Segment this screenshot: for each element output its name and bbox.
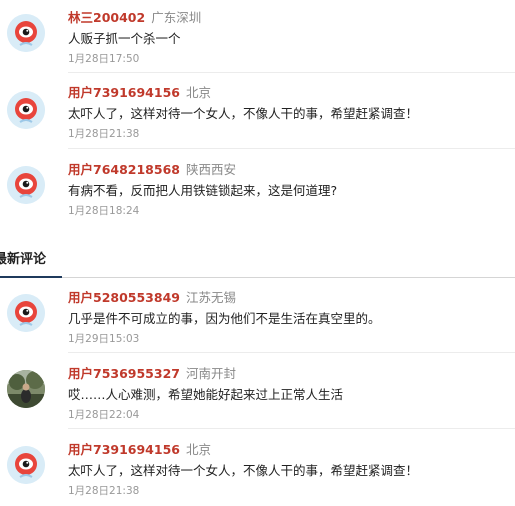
weibo-default-avatar-icon[interactable] [7,446,45,484]
divider [68,352,515,353]
comment-time: 1月28日22:04 [68,409,140,421]
comment-location: 北京 [185,85,211,100]
comment-time: 1月28日18:24 [68,205,140,217]
comment-content: 用户5280553849 江苏无锡 几乎是件不可成立的事，因为他们不是生活在真空里… [68,288,508,346]
section-divider [0,277,515,278]
comment-location: 江苏无锡 [185,290,236,305]
comment-text: 太吓人了，这样对待一个女人，不像人干的事，希望赶紧调查！ [68,106,419,121]
weibo-default-avatar-icon[interactable] [7,91,45,129]
latest-comments-header: 最新评论 [0,238,515,278]
comment-location: 北京 [185,442,211,457]
tab-latest-comments[interactable]: 最新评论 [0,248,46,267]
comment-text: 有病不看，反而把人用铁链锁起来，这是何道理? [68,183,338,198]
comment-content: 用户7536955327 河南开封 哎……人心难测，希望她能好起来过上正常人生活 … [68,364,508,422]
comment-username[interactable]: 用户7536955327 [68,366,180,381]
weibo-default-avatar-icon[interactable] [7,14,45,52]
comment-username[interactable]: 用户7391694156 [68,85,180,100]
comment-location: 广东深圳 [151,10,202,25]
comment-text: 几乎是件不可成立的事，因为他们不是生活在真空里的。 [68,311,381,326]
comment-location: 河南开封 [185,366,236,381]
comment-username[interactable]: 用户7391694156 [68,442,180,457]
comment-time: 1月28日21:38 [68,128,140,140]
comment-content: 用户7391694156 北京 太吓人了，这样对待一个女人，不像人干的事，希望赶紧… [68,440,508,498]
comment-time: 1月28日21:38 [68,485,140,497]
active-tab-underline [0,276,62,278]
comment-time: 1月29日15:03 [68,333,140,345]
weibo-default-avatar-icon[interactable] [7,166,45,204]
comment-username[interactable]: 用户5280553849 [68,290,180,305]
comment-username[interactable]: 林三200402 [68,10,145,25]
comment-location: 陕西西安 [185,162,236,177]
divider [68,148,515,149]
weibo-default-avatar-icon[interactable] [7,294,45,332]
comment-content: 用户7391694156 北京 太吓人了，这样对待一个女人，不像人干的事，希望赶紧… [68,83,508,141]
comment-username[interactable]: 用户7648218568 [68,162,180,177]
comment-text: 太吓人了，这样对待一个女人，不像人干的事，希望赶紧调查！ [68,463,419,478]
comment-time: 1月28日17:50 [68,53,140,65]
comment-content: 用户7648218568 陕西西安 有病不看，反而把人用铁链锁起来，这是何道理? … [68,160,508,218]
divider [68,72,515,73]
comment-text: 哎……人心难测，希望她能好起来过上正常人生活 [68,387,344,402]
comment-content: 林三200402 广东深圳 人贩子抓一个杀一个 1月28日17:50 [68,8,508,66]
comment-text: 人贩子抓一个杀一个 [68,31,181,46]
divider [68,428,515,429]
photo-avatar[interactable] [7,370,45,408]
